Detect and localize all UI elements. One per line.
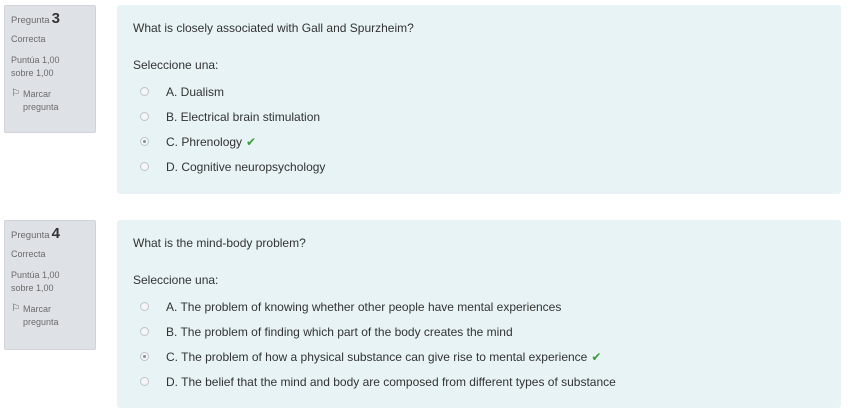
radio-button[interactable]: [140, 302, 149, 311]
question-grade: Puntúa 1,00 sobre 1,00: [11, 54, 89, 80]
question-label: Pregunta: [11, 230, 50, 241]
flag-label-line-2: pregunta: [22, 317, 59, 327]
grade-line-2: sobre 1,00: [11, 68, 54, 78]
question-number-value: 3: [51, 10, 60, 27]
answer-label: D. The belief that the mind and body are…: [166, 374, 616, 389]
answer-option[interactable]: B. The problem of finding which part of …: [133, 319, 825, 344]
flag-label: Marcar pregunta: [23, 303, 59, 329]
flag-question-button[interactable]: ⚐ Marcar pregunta: [11, 88, 89, 114]
question-number: Pregunta 4: [11, 225, 89, 242]
question-number: Pregunta 3: [11, 10, 89, 27]
answer-prompt: Seleccione una:: [133, 273, 219, 287]
correct-check-icon: ✔: [591, 349, 602, 364]
answer-label: B. The problem of finding which part of …: [166, 324, 513, 339]
flag-label-line-1: Marcar: [22, 304, 51, 314]
answer-option[interactable]: A. Dualism: [133, 79, 825, 104]
grade-line-2: sobre 1,00: [11, 283, 54, 293]
question-content: What is the mind-body problem? Seleccion…: [117, 220, 841, 408]
flag-icon: ⚐: [11, 88, 20, 99]
answer-option[interactable]: D. Cognitive neuropsychology: [133, 154, 825, 179]
answer-label: C. The problem of how a physical substan…: [166, 349, 588, 364]
question-grade: Puntúa 1,00 sobre 1,00: [11, 269, 89, 295]
answer-option[interactable]: A. The problem of knowing whether other …: [133, 294, 825, 319]
question-state: Correcta: [11, 34, 46, 44]
answer-label: C. Phrenology: [166, 134, 243, 149]
answer-option[interactable]: C. The problem of how a physical substan…: [133, 344, 825, 369]
answer-list: A. Dualism B. Electrical brain stimulati…: [133, 79, 825, 179]
question-info-panel: Pregunta 4 Correcta Puntúa 1,00 sobre 1,0…: [4, 220, 96, 350]
flag-icon: ⚐: [11, 303, 20, 314]
radio-button[interactable]: [140, 162, 149, 171]
answer-list: A. The problem of knowing whether other …: [133, 294, 825, 394]
radio-button-selected[interactable]: [140, 352, 149, 361]
answer-label: B. Electrical brain stimulation: [166, 109, 321, 124]
question-state: Correcta: [11, 249, 46, 259]
flag-question-button[interactable]: ⚐ Marcar pregunta: [11, 303, 89, 329]
answer-label: A. Dualism: [166, 84, 225, 99]
answer-option[interactable]: D. The belief that the mind and body are…: [133, 369, 825, 394]
answer-option[interactable]: C. Phrenology ✔: [133, 129, 825, 154]
grade-line-1: Puntúa 1,00: [11, 270, 60, 280]
flag-label-line-1: Marcar: [22, 89, 51, 99]
answer-prompt: Seleccione una:: [133, 58, 219, 72]
question-label: Pregunta: [11, 15, 50, 26]
correct-check-icon: ✔: [246, 134, 257, 149]
radio-button[interactable]: [140, 112, 149, 121]
radio-button[interactable]: [140, 327, 149, 336]
question-number-value: 4: [51, 225, 60, 242]
question-text: What is the mind-body problem?: [133, 236, 306, 250]
question-content: What is closely associated with Gall and…: [117, 5, 841, 194]
answer-label: D. Cognitive neuropsychology: [166, 159, 326, 174]
flag-label: Marcar pregunta: [23, 88, 59, 114]
question-text: What is closely associated with Gall and…: [133, 21, 414, 35]
answer-option[interactable]: B. Electrical brain stimulation: [133, 104, 825, 129]
radio-button[interactable]: [140, 377, 149, 386]
grade-line-1: Puntúa 1,00: [11, 55, 60, 65]
radio-button-selected[interactable]: [140, 137, 149, 146]
radio-button[interactable]: [140, 87, 149, 96]
answer-label: A. The problem of knowing whether other …: [166, 299, 562, 314]
question-info-panel: Pregunta 3 Correcta Puntúa 1,00 sobre 1,0…: [4, 5, 96, 133]
flag-label-line-2: pregunta: [22, 102, 59, 112]
